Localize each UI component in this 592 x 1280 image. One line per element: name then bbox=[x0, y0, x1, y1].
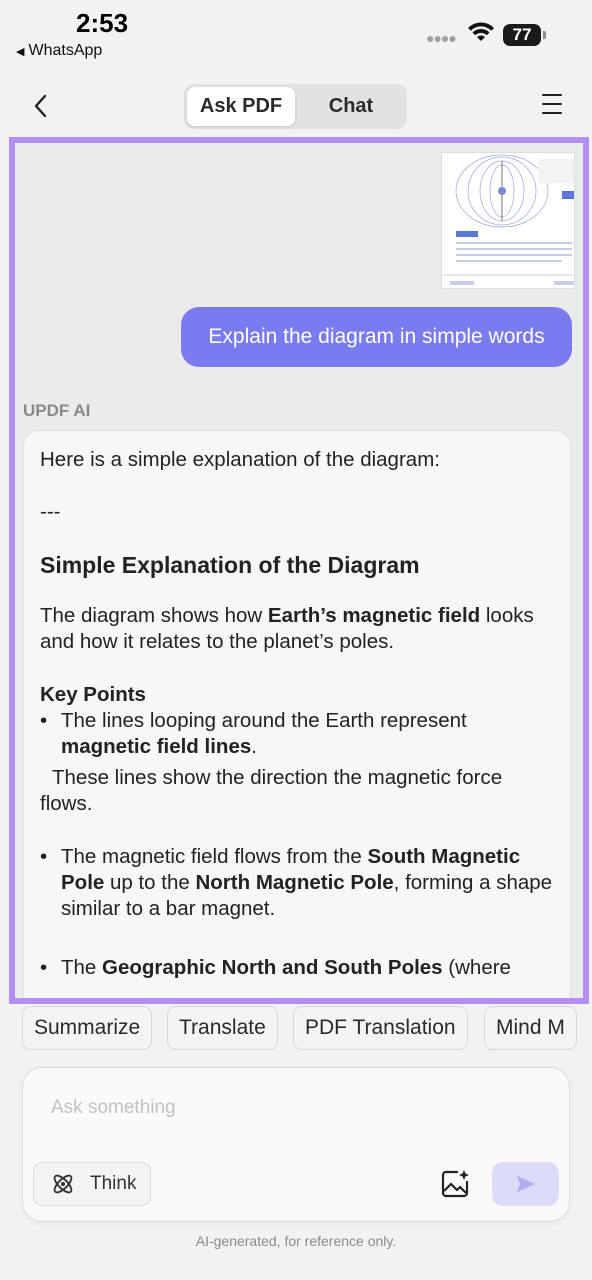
image-ai-button[interactable] bbox=[439, 1168, 471, 1200]
bullet-text: The magnetic field flows from the South … bbox=[61, 844, 554, 922]
chip-mind-map[interactable]: Mind M bbox=[484, 1006, 577, 1050]
battery-icon: 77 bbox=[503, 24, 541, 46]
send-icon bbox=[516, 1176, 535, 1192]
bullet-text-part: The bbox=[61, 956, 103, 979]
bullet-dot: • bbox=[40, 956, 48, 979]
ai-separator: --- bbox=[40, 500, 61, 523]
status-bar: 2:53 ◀ WhatsApp ●●●● 77 bbox=[0, 0, 592, 70]
para-text: The diagram shows how bbox=[40, 604, 268, 627]
ai-disclaimer: AI-generated, for reference only. bbox=[195, 1233, 397, 1249]
suggestion-chips: Summarize Translate PDF Translation Mind… bbox=[22, 1006, 592, 1052]
battery-level: 77 bbox=[512, 25, 532, 44]
bullet-text-part: (where bbox=[442, 956, 511, 979]
ask-input-box: Think bbox=[22, 1067, 570, 1222]
menu-line bbox=[542, 112, 562, 114]
back-app-label: WhatsApp bbox=[28, 42, 103, 59]
bullet-text-part: The lines looping around the Earth repre… bbox=[61, 709, 467, 732]
back-to-app-link[interactable]: ◀ WhatsApp bbox=[16, 42, 102, 60]
ai-paragraph: The diagram shows how Earth’s magnetic f… bbox=[40, 603, 554, 655]
bullet-dot: • bbox=[40, 845, 48, 868]
bullet-dot: • bbox=[40, 709, 48, 732]
user-message-text: Explain the diagram in simple words bbox=[208, 325, 545, 348]
bullet-text: The lines looping around the Earth repre… bbox=[61, 708, 554, 760]
bullet-continuation: These lines show the direction the magne… bbox=[40, 766, 503, 815]
chat-area[interactable]: Explain the diagram in simple words UPDF… bbox=[9, 137, 589, 1004]
tab-ask-pdf[interactable]: Ask PDF bbox=[187, 87, 295, 126]
bullet-text-part: up to the bbox=[104, 871, 196, 894]
think-label: Think bbox=[90, 1173, 137, 1194]
image-sparkle-icon bbox=[441, 1170, 469, 1198]
think-button[interactable]: Think bbox=[33, 1162, 151, 1206]
chip-pdf-translation[interactable]: PDF Translation bbox=[293, 1006, 468, 1050]
pdf-page-thumbnail[interactable] bbox=[441, 152, 575, 289]
top-nav: Ask PDF Chat bbox=[0, 70, 592, 136]
bullet-bold-text: North Magnetic Pole bbox=[195, 871, 394, 894]
bullet-text: The Geographic North and South Poles (wh… bbox=[61, 955, 511, 981]
user-message-bubble: Explain the diagram in simple words bbox=[181, 307, 572, 367]
bullet-bold-text: Geographic North and South Poles bbox=[102, 956, 443, 979]
ai-sender-label: UPDF AI bbox=[23, 401, 91, 420]
tab-chat[interactable]: Chat bbox=[298, 87, 404, 126]
bullet-item: • The Geographic North and South Poles (… bbox=[40, 955, 554, 981]
bullet-item: • The magnetic field flows from the Sout… bbox=[40, 844, 554, 922]
send-button[interactable] bbox=[492, 1162, 559, 1206]
ai-response-card: Here is a simple explanation of the diag… bbox=[23, 430, 571, 998]
bullet-bold-text: magnetic field lines bbox=[61, 735, 252, 758]
chevron-left-icon bbox=[34, 94, 47, 118]
key-points-heading: Key Points bbox=[40, 683, 146, 706]
bullet-text-part: The magnetic field flows from the bbox=[61, 845, 368, 868]
menu-line bbox=[542, 94, 562, 96]
atom-icon bbox=[53, 1174, 73, 1194]
back-button[interactable] bbox=[24, 86, 56, 126]
signal-dots-icon: ●●●● bbox=[426, 30, 457, 46]
ai-heading: Simple Explanation of the Diagram bbox=[40, 552, 420, 578]
wifi-icon bbox=[468, 22, 494, 41]
ai-intro: Here is a simple explanation of the diag… bbox=[40, 448, 440, 471]
para-bold-text: Earth’s magnetic field bbox=[267, 604, 481, 627]
mode-segmented-control: Ask PDF Chat bbox=[184, 84, 407, 129]
chip-translate[interactable]: Translate bbox=[167, 1006, 278, 1050]
status-time: 2:53 bbox=[76, 8, 129, 38]
bullet-item: • The lines looping around the Earth rep… bbox=[40, 708, 554, 760]
diagram-thumbnail-image bbox=[442, 153, 574, 288]
chip-summarize[interactable]: Summarize bbox=[22, 1006, 153, 1050]
menu-line bbox=[542, 103, 562, 105]
menu-button[interactable] bbox=[540, 92, 566, 118]
ask-input[interactable] bbox=[51, 1094, 531, 1122]
back-triangle-icon: ◀ bbox=[16, 46, 25, 58]
bullet-text-part: . bbox=[251, 735, 257, 758]
battery-cap bbox=[543, 31, 546, 39]
